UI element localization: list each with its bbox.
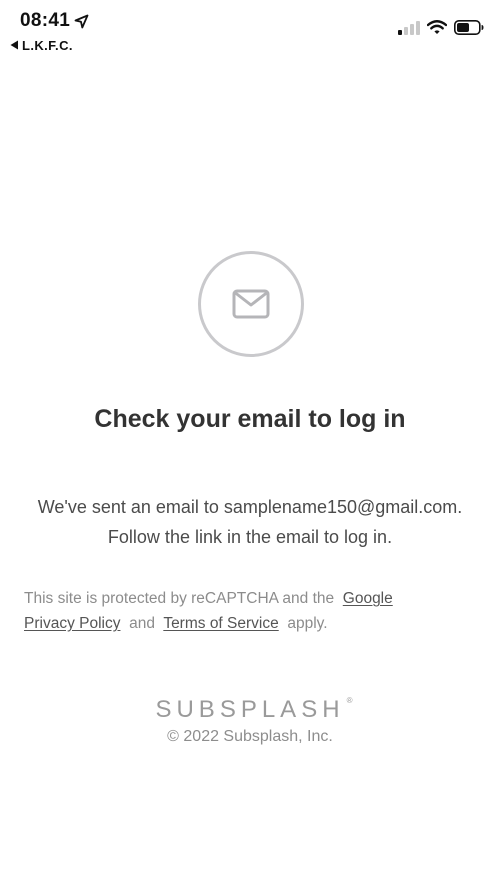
terms-of-service-link[interactable]: Terms of Service <box>163 615 278 632</box>
recaptcha-prefix: This site is protected by reCAPTCHA and … <box>24 590 335 607</box>
battery-icon <box>454 20 484 35</box>
copyright: © 2022 Subsplash, Inc. <box>167 728 333 745</box>
apply-text: apply. <box>287 615 328 632</box>
and-text: and <box>129 615 155 632</box>
page-title: Check your email to log in <box>94 405 406 433</box>
google-link[interactable]: Google <box>343 590 393 607</box>
back-app-label: L.K.F.C. <box>22 38 73 53</box>
location-arrow-icon <box>74 14 89 29</box>
subsplash-logo: SUBSPLASH ® <box>155 696 352 724</box>
email-sent-message: We've sent an email to samplename150@gma… <box>0 492 500 552</box>
status-indicators <box>398 20 484 35</box>
signal-icon <box>398 20 420 35</box>
time-text: 08:41 <box>20 10 71 31</box>
status-time: 08:41 <box>20 10 89 32</box>
back-triangle-icon <box>10 38 19 53</box>
email-sent-illustration <box>198 251 304 357</box>
message-line-2: Follow the link in the email to log in. <box>107 527 393 547</box>
logo-text: SUBSPLASH <box>155 696 345 723</box>
envelope-icon <box>232 289 270 319</box>
recaptcha-notice: This site is protected by reCAPTCHA and … <box>24 586 484 636</box>
wifi-icon <box>427 20 447 35</box>
message-line-1: We've sent an email to samplename150@gma… <box>37 497 463 517</box>
privacy-policy-link[interactable]: Privacy Policy <box>24 615 120 632</box>
back-to-app-button[interactable]: L.K.F.C. <box>10 38 73 53</box>
footer: SUBSPLASH ® © 2022 Subsplash, Inc. <box>0 696 500 746</box>
registered-mark: ® <box>346 696 353 705</box>
